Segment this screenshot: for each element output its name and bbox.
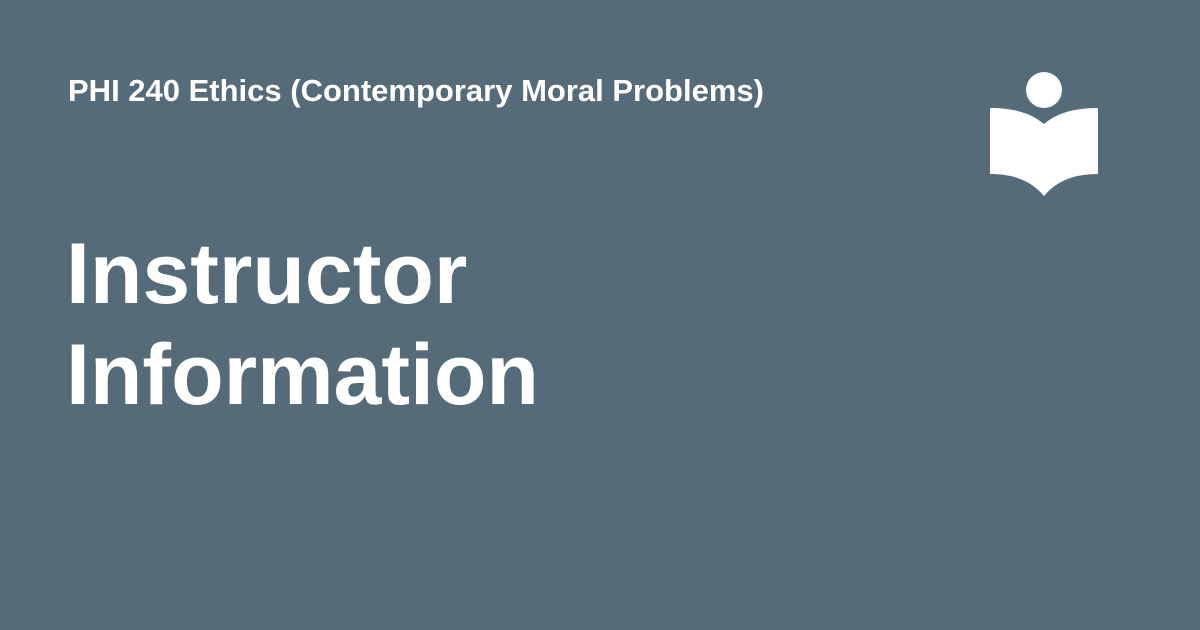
reader-head-shape bbox=[1026, 72, 1062, 108]
open-book-shape bbox=[990, 108, 1098, 196]
reader-book-icon bbox=[990, 72, 1098, 196]
share-card: PHI 240 Ethics (Contemporary Moral Probl… bbox=[0, 0, 1200, 630]
page-title: Instructor Information bbox=[66, 224, 866, 426]
page-title-line-2: Information bbox=[66, 326, 539, 423]
page-title-line-1: Instructor bbox=[66, 225, 468, 322]
course-title: PHI 240 Ethics (Contemporary Moral Probl… bbox=[68, 73, 764, 108]
